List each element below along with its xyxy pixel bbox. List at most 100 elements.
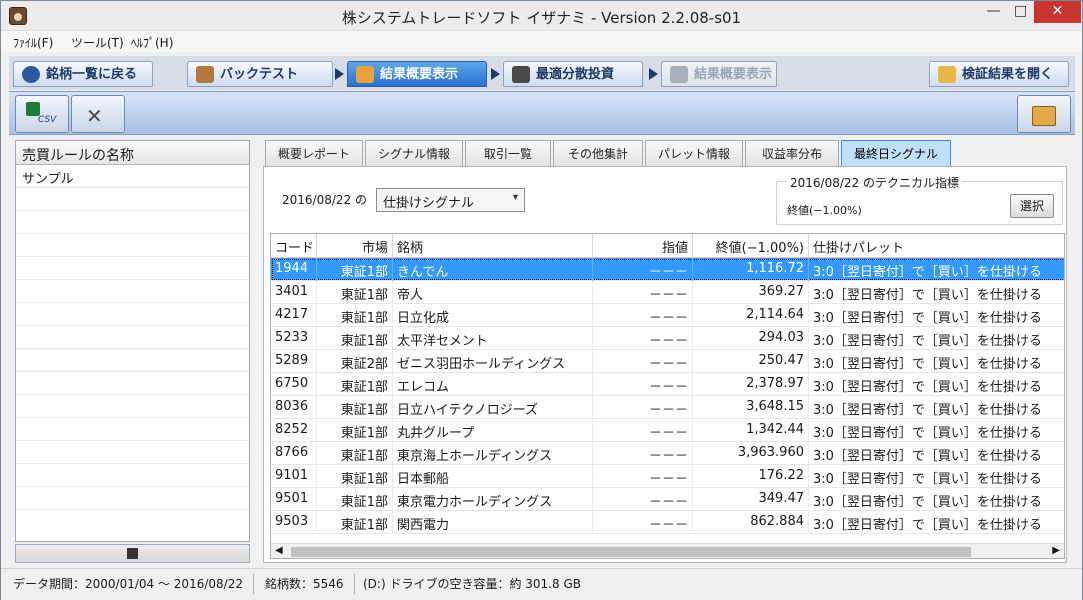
result-summary-button[interactable]: 結果概要表示 [347, 61, 487, 87]
rule-list-item[interactable]: サンプル [16, 165, 249, 188]
calculator-icon [512, 66, 530, 83]
cell-market: 東証1部 [317, 396, 393, 419]
cell-name: 日立ハイテクノロジーズ [393, 396, 593, 419]
select-button[interactable]: 選択 [1010, 194, 1054, 218]
scroll-left-icon[interactable]: ◀ [275, 545, 283, 556]
cell-close: 2,378.97 [693, 373, 809, 396]
tab-signal-info[interactable]: シグナル情報 [365, 140, 463, 166]
cell-market: 東証1部 [317, 373, 393, 396]
status-disk-space: (D:) ドライブの空き容量：約 301.8 GB [363, 577, 581, 591]
cell-palette: 3:0［翌日寄付］で［買い］を仕掛ける [809, 419, 1064, 442]
csv-export-button[interactable]: CSV [15, 95, 69, 133]
cell-market: 東証1部 [317, 258, 393, 281]
cell-close: 1,342.44 [693, 419, 809, 442]
table-row[interactable]: 3401 東証1部 帝人 －－－ 369.27 3:0［翌日寄付］で［買い］を仕掛ける [271, 281, 1064, 304]
cell-limit: －－－ [593, 488, 693, 511]
export-box-button[interactable] [1017, 95, 1071, 133]
cell-limit: －－－ [593, 258, 693, 281]
chart-icon [356, 66, 374, 83]
back-to-list-button[interactable]: 銘柄一覧に戻る [13, 61, 153, 87]
tools-icon: ✕ [86, 104, 103, 128]
main-toolbar: 銘柄一覧に戻る バックテスト 結果概要表示 最適分散投資 結果概要表示 検証結果… [9, 56, 1075, 90]
optimal-diversification-label: 最適分散投資 [536, 67, 615, 82]
signal-type-select[interactable]: 仕掛けシグナル ▾ [376, 188, 525, 212]
backtest-button[interactable]: バックテスト [187, 61, 333, 87]
rule-list-panel: 売買ルールの名称 サンプル [15, 140, 250, 542]
minimize-button[interactable]: — [980, 1, 1007, 23]
cell-name: 帝人 [393, 281, 593, 304]
cell-close: 176.22 [693, 465, 809, 488]
box-icon [1032, 106, 1056, 126]
result-summary-2-button[interactable]: 結果概要表示 [661, 61, 777, 87]
tab-trade-list[interactable]: 取引一覧 [465, 140, 551, 166]
cell-limit: －－－ [593, 327, 693, 350]
cell-market: 東証1部 [317, 304, 393, 327]
rule-list-header: 売買ルールの名称 [16, 141, 249, 165]
table-row[interactable]: 6750 東証1部 エレコム －－－ 2,378.97 3:0［翌日寄付］で［買い］を仕掛… [271, 373, 1064, 396]
close-button[interactable]: ✕ [1034, 1, 1081, 23]
excel-icon [26, 102, 40, 116]
column-header-name[interactable]: 銘柄 [393, 234, 593, 258]
cell-code: 8766 [271, 442, 317, 465]
csv-label: CSV [38, 115, 57, 125]
rule-list-empty-row [16, 326, 249, 349]
table-row[interactable]: 1944 東証1部 きんでん －－－ 1,116.72 3:0［翌日寄付］で［買い］を仕掛… [271, 258, 1064, 281]
rule-list-empty-row [16, 234, 249, 257]
rule-list-empty-row [16, 372, 249, 395]
save-rule-button[interactable] [15, 544, 250, 563]
table-row[interactable]: 5233 東証1部 太平洋セメント －－－ 294.03 3:0［翌日寄付］で［買い］を仕… [271, 327, 1064, 350]
table-row[interactable]: 9503 東証1部 関西電力 －－－ 862.884 3:0［翌日寄付］で［買い］を仕掛け… [271, 511, 1064, 534]
cell-palette: 3:0［翌日寄付］で［買い］を仕掛ける [809, 350, 1064, 373]
table-row[interactable]: 9101 東証1部 日本郵船 －－－ 176.22 3:0［翌日寄付］で［買い］を仕掛ける [271, 465, 1064, 488]
cell-name: 日本郵船 [393, 465, 593, 488]
cell-code: 9503 [271, 511, 317, 534]
open-results-button[interactable]: 検証結果を開く [929, 61, 1069, 87]
signal-type-value: 仕掛けシグナル [383, 196, 475, 211]
table-row[interactable]: 8036 東証1部 日立ハイテクノロジーズ －－－ 3,648.15 3:0［翌日寄付］で… [271, 396, 1064, 419]
maximize-button[interactable]: □ [1007, 1, 1034, 23]
column-header-close[interactable]: 終値(−1.00%) [693, 234, 809, 258]
column-header-palette[interactable]: 仕掛けパレット [809, 234, 1064, 258]
scroll-right-icon[interactable]: ▶ [1052, 545, 1060, 556]
table-header: コード 市場 銘柄 指値 終値(−1.00%) 仕掛けパレット [271, 234, 1064, 258]
table-row[interactable]: 9501 東証1部 東京電力ホールディングス －－－ 349.47 3:0［翌日寄付］で［… [271, 488, 1064, 511]
cell-close: 2,114.64 [693, 304, 809, 327]
column-header-market[interactable]: 市場 [317, 234, 393, 258]
horizontal-scrollbar[interactable]: ◀ ▶ [271, 543, 1064, 558]
table-row[interactable]: 8766 東証1部 東京海上ホールディングス －－－ 3,963.960 3:0［翌日寄付… [271, 442, 1064, 465]
settings-tools-button[interactable]: ✕ [71, 95, 125, 133]
tab-return-distribution[interactable]: 収益率分布 [745, 140, 839, 166]
tab-other-stats[interactable]: その他集計 [553, 140, 643, 166]
cell-close: 3,648.15 [693, 396, 809, 419]
cell-palette: 3:0［翌日寄付］で［買い］を仕掛ける [809, 258, 1064, 281]
tab-palette-info[interactable]: パレット情報 [645, 140, 743, 166]
menu-file[interactable]: ﾌｧｲﾙ(F) [13, 34, 53, 51]
last-day-signal-panel: 2016/08/22 の 仕掛けシグナル ▾ 2016/08/22 のテクニカル… [263, 166, 1067, 563]
cell-market: 東証1部 [317, 488, 393, 511]
cell-market: 東証1部 [317, 465, 393, 488]
table-row[interactable]: 4217 東証1部 日立化成 －－－ 2,114.64 3:0［翌日寄付］で［買い］を仕掛… [271, 304, 1064, 327]
cell-code: 6750 [271, 373, 317, 396]
cell-limit: －－－ [593, 281, 693, 304]
table-row[interactable]: 5289 東証2部 ゼニス羽田ホールディングス －－－ 250.47 3:0［翌日寄付］で… [271, 350, 1064, 373]
date-label: 2016/08/22 の [282, 193, 367, 207]
column-header-code[interactable]: コード [271, 234, 317, 258]
rule-list-empty-row [16, 487, 249, 510]
cell-close: 349.47 [693, 488, 809, 511]
rule-list-empty-row [16, 280, 249, 303]
menu-tools[interactable]: ツール(T) [71, 34, 124, 51]
tab-last-day-signal[interactable]: 最終日シグナル [841, 140, 951, 166]
cell-name: 太平洋セメント [393, 327, 593, 350]
cell-limit: －－－ [593, 304, 693, 327]
cell-name: きんでん [393, 258, 593, 281]
cell-close: 862.884 [693, 511, 809, 534]
optimal-diversification-button[interactable]: 最適分散投資 [503, 61, 643, 87]
scroll-thumb[interactable] [291, 547, 971, 557]
menu-help[interactable]: ﾍﾙﾌﾟ(H) [131, 34, 173, 51]
app-window: 株システムトレードソフト イザナミ - Version 2.2.08-s01 —… [0, 0, 1083, 600]
tab-overview-report[interactable]: 概要レポート [265, 140, 363, 166]
technical-indicator-title: 2016/08/22 のテクニカル指標 [787, 174, 962, 191]
column-header-limit[interactable]: 指値 [593, 234, 693, 258]
table-row[interactable]: 8252 東証1部 丸井グループ －－－ 1,342.44 3:0［翌日寄付］で［買い］を… [271, 419, 1064, 442]
cell-code: 9101 [271, 465, 317, 488]
